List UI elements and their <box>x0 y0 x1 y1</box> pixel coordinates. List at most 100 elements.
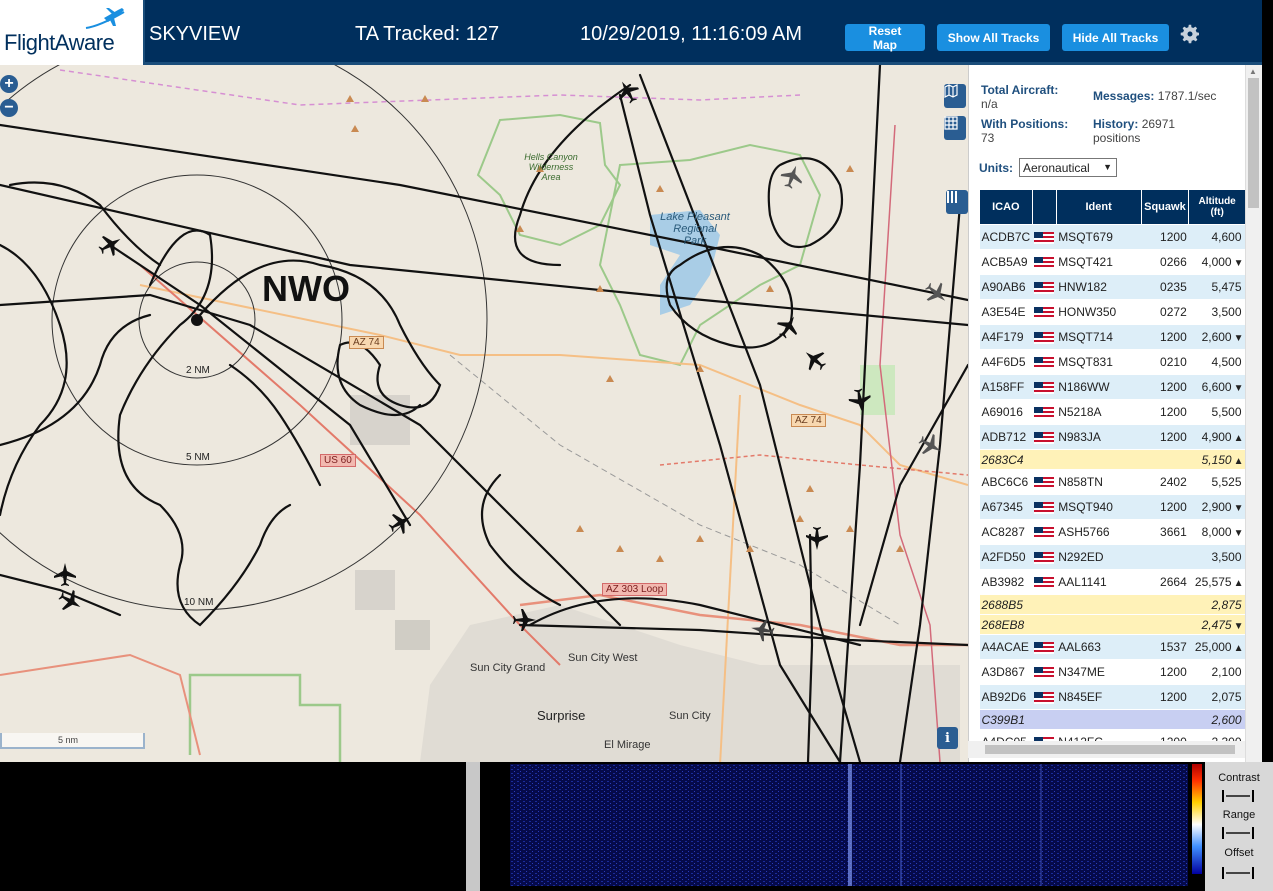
flightaware-logo[interactable]: FlightAware <box>0 0 145 65</box>
spectrum-waterfall[interactable] <box>480 764 1188 886</box>
table-row[interactable]: A158FF N186WW 1200 6,600 ▼ <box>979 374 1246 400</box>
chevron-down-icon: ▼ <box>1103 162 1112 172</box>
reset-map-button[interactable]: Reset Map <box>845 24 925 52</box>
table-row[interactable]: C399B1 2,600 <box>979 709 1246 730</box>
us-flag-icon <box>1034 306 1055 319</box>
contrast-slider[interactable] <box>1222 790 1254 802</box>
table-row[interactable]: A67345 MSQT940 1200 2,900 ▼ <box>979 494 1246 520</box>
cell-icao: A3D867 <box>979 659 1033 685</box>
place-el-mirage: El Mirage <box>604 739 651 751</box>
cell-icao: 268EB8 <box>979 614 1033 635</box>
altitude-trend: ▼ <box>1233 383 1244 394</box>
us-flag-icon <box>1034 691 1055 704</box>
us-flag-icon <box>1034 576 1055 589</box>
gear-icon[interactable] <box>1178 22 1202 46</box>
col-squawk[interactable]: Squawk <box>1140 189 1190 225</box>
cell-ident: HONW350 <box>1056 299 1142 325</box>
range-ring-5nm: 5 NM <box>186 452 210 463</box>
altitude-value: 8,000 <box>1201 525 1232 539</box>
table-row[interactable]: A3E54E HONW350 0272 3,500 <box>979 299 1246 325</box>
table-row[interactable]: 268EB8 2,475 ▼ <box>979 614 1246 635</box>
col-altitude[interactable]: Altitude (ft) <box>1188 189 1246 225</box>
altitude-value: 5,475 <box>1211 280 1242 294</box>
altitude-value: 2,900 <box>1201 500 1232 514</box>
cell-ident: ASH5766 <box>1056 519 1142 545</box>
cell-squawk: 1200 <box>1141 324 1189 350</box>
horizontal-scrollbar-thumb[interactable] <box>985 745 1235 754</box>
table-row[interactable]: A90AB6 HNW182 0235 5,475 <box>979 274 1246 300</box>
cell-squawk: 0210 <box>1141 349 1189 375</box>
cell-icao: A3E54E <box>979 299 1033 325</box>
show-all-tracks-button[interactable]: Show All Tracks <box>937 24 1050 51</box>
cell-squawk <box>1141 449 1189 470</box>
table-row[interactable]: A2FD50 N292ED 3,500 <box>979 544 1246 570</box>
col-ident[interactable]: Ident <box>1055 189 1142 225</box>
cell-altitude: 2,875 <box>1188 594 1246 615</box>
cell-ident: MSQT714 <box>1056 324 1142 350</box>
skyview-app: FlightAware SKYVIEW TA Tracked: 127 10/2… <box>0 0 1262 762</box>
table-row[interactable]: A4F6D5 MSQT831 0210 4,500 <box>979 349 1246 375</box>
col-icao[interactable]: ICAO <box>979 189 1033 225</box>
panel-divider[interactable] <box>466 762 480 891</box>
grid-icon[interactable] <box>944 116 966 140</box>
cell-icao: ADB712 <box>979 424 1033 450</box>
table-row[interactable]: A4F179 MSQT714 1200 2,600 ▼ <box>979 324 1246 350</box>
us-flag-icon <box>1034 281 1055 294</box>
table-row[interactable]: ACDB7C MSQT679 1200 4,600 <box>979 224 1246 250</box>
cell-icao: 2688B5 <box>979 594 1033 615</box>
zoom-out-icon[interactable]: − <box>0 99 18 117</box>
map-view[interactable]: NWO 2 NM 5 NM 10 NM Hells Canyon Wildern… <box>0 65 968 762</box>
col-flag[interactable] <box>1031 189 1057 225</box>
cell-altitude: 2,600 <box>1188 709 1246 730</box>
tracked-count: TA Tracked: 127 <box>355 23 500 45</box>
cell-ident <box>1056 594 1142 615</box>
table-row[interactable]: ABC6C6 N858TN 2402 5,525 <box>979 469 1246 495</box>
units-select[interactable]: Aeronautical ▼ <box>1019 158 1117 177</box>
hide-all-tracks-button[interactable]: Hide All Tracks <box>1062 24 1169 51</box>
cell-icao: ACDB7C <box>979 224 1033 250</box>
altitude-value: 4,600 <box>1211 230 1242 244</box>
table-row[interactable]: 2683C4 5,150 ▲ <box>979 449 1246 470</box>
offset-slider[interactable] <box>1222 867 1254 879</box>
table-row[interactable]: AB3982 AAL1141 2664 25,575 ▲ <box>979 569 1246 595</box>
cell-ident: MSQT679 <box>1056 224 1142 250</box>
cell-squawk: 0266 <box>1141 249 1189 275</box>
cell-squawk: 1200 <box>1141 424 1189 450</box>
cell-flag <box>1032 684 1057 710</box>
cell-squawk: 0235 <box>1141 274 1189 300</box>
place-sun-city-west: Sun City West <box>568 652 638 664</box>
table-row[interactable]: A4ACAE AAL663 1537 25,000 ▲ <box>979 634 1246 660</box>
altitude-value: 3,500 <box>1211 550 1242 564</box>
cell-squawk: 1200 <box>1141 399 1189 425</box>
cell-flag <box>1032 399 1057 425</box>
columns-icon[interactable] <box>946 190 968 214</box>
cell-flag <box>1032 594 1057 615</box>
color-scale-bar <box>1192 764 1202 874</box>
map-layers-icon[interactable] <box>944 84 966 108</box>
scrollbar-thumb[interactable] <box>1248 78 1259 208</box>
table-row[interactable]: AB92D6 N845EF 1200 2,075 <box>979 684 1246 710</box>
cell-altitude: 5,150 ▲ <box>1188 449 1246 470</box>
cell-altitude: 5,475 <box>1188 274 1246 300</box>
cell-flag <box>1032 709 1057 730</box>
zoom-in-icon[interactable]: + <box>0 75 18 93</box>
altitude-value: 5,525 <box>1211 475 1242 489</box>
info-icon[interactable]: i <box>937 727 958 749</box>
table-row[interactable]: 2688B5 2,875 <box>979 594 1246 615</box>
table-row[interactable]: ACB5A9 MSQT421 0266 4,000 ▼ <box>979 249 1246 275</box>
table-row[interactable]: A3D867 N347ME 1200 2,100 <box>979 659 1246 685</box>
us-flag-icon <box>1034 231 1055 244</box>
header-bar: FlightAware SKYVIEW TA Tracked: 127 10/2… <box>0 0 1262 65</box>
altitude-trend: ▲ <box>1233 433 1244 444</box>
range-slider[interactable] <box>1222 827 1254 839</box>
altitude-trend: ▲ <box>1233 643 1244 654</box>
messages-value: 1787.1/sec <box>1157 89 1217 103</box>
table-row[interactable]: AC8287 ASH5766 3661 8,000 ▼ <box>979 519 1246 545</box>
table-row[interactable]: ADB712 N983JA 1200 4,900 ▲ <box>979 424 1246 450</box>
units-value: Aeronautical <box>1023 160 1090 175</box>
table-row[interactable]: A69016 N5218A 1200 5,500 <box>979 399 1246 425</box>
cell-flag <box>1032 274 1057 300</box>
scroll-up-icon[interactable]: ▲ <box>1249 67 1257 76</box>
altitude-value: 4,500 <box>1211 355 1242 369</box>
range-label: Range <box>1222 809 1256 821</box>
